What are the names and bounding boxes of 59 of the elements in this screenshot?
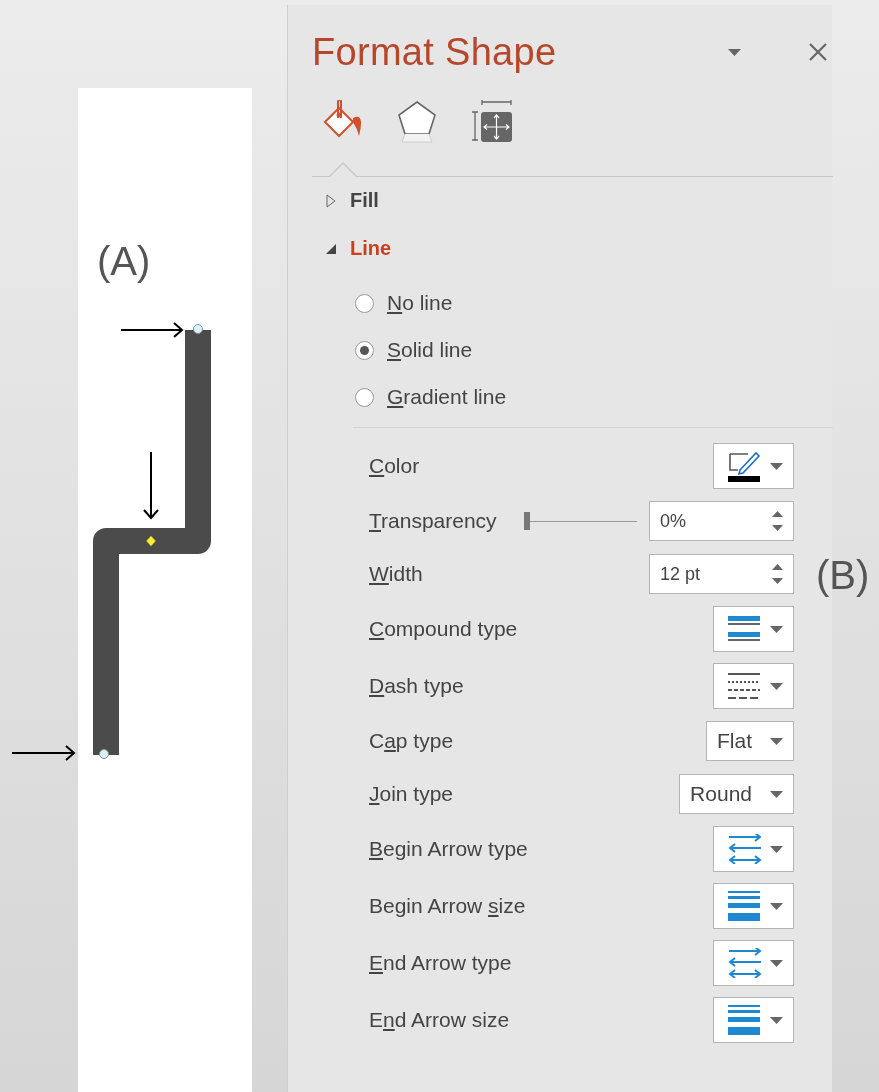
style-picker[interactable]: [713, 663, 794, 709]
slider-thumb[interactable]: [524, 512, 530, 530]
number-field[interactable]: 12 pt: [649, 554, 794, 594]
arrow: [11, 745, 76, 761]
property-label: Join type: [369, 782, 454, 806]
adjust-handle[interactable]: [146, 535, 156, 547]
field-value: 0%: [660, 510, 686, 532]
caret-icon: [770, 959, 783, 967]
option-label: No line: [387, 291, 453, 315]
caret-icon: [770, 1016, 783, 1024]
caret-icon: [770, 790, 783, 798]
property-label: Cap type: [369, 729, 454, 753]
property-label: Transparency: [369, 509, 497, 533]
endpoint-handle[interactable]: [193, 324, 203, 334]
caret-icon: [770, 462, 783, 470]
caret-icon: [770, 625, 783, 633]
caret-icon: [728, 48, 741, 56]
property-label: End Arrow type: [369, 951, 512, 975]
size-position-icon: [469, 100, 513, 142]
line-weights-icon: [728, 891, 760, 921]
caret-icon: [770, 902, 783, 910]
dropdown[interactable]: Flat: [706, 721, 794, 761]
property-label: End Arrow size: [369, 1008, 510, 1032]
property-label: Width: [369, 562, 423, 586]
property-label: Compound type: [369, 617, 518, 641]
property-label: Begin Arrow size: [369, 894, 526, 918]
style-picker[interactable]: [713, 443, 794, 489]
figure-label: (B): [816, 553, 870, 597]
property-label: Color: [369, 454, 420, 478]
compound-lines-icon: [728, 616, 760, 642]
option-label: Solid line: [387, 338, 473, 362]
property-label: Begin Arrow type: [369, 837, 528, 861]
radio-button[interactable]: [355, 293, 374, 313]
panel-title: Format Shape: [312, 30, 558, 75]
close-icon: [809, 43, 827, 61]
arrows-icon: [728, 834, 762, 864]
property-label: Dash type: [369, 674, 464, 698]
caret-icon: [770, 682, 783, 690]
spinner-arrows-icon[interactable]: [772, 563, 783, 585]
section-header[interactable]: Line: [312, 224, 398, 273]
number-field[interactable]: 0%: [649, 501, 794, 541]
radio-button[interactable]: [355, 387, 374, 407]
section-header[interactable]: Fill: [312, 176, 385, 225]
line-weights-icon: [728, 1005, 760, 1035]
endpoint-handle[interactable]: [99, 749, 109, 759]
spinner-arrows-icon[interactable]: [772, 510, 783, 532]
arrows-icon: [728, 948, 762, 978]
option-label: Gradient line: [387, 385, 507, 409]
arrow: [143, 451, 159, 520]
field-value: 12 pt: [660, 563, 701, 585]
line-color-icon: [728, 450, 762, 482]
caret-icon: [770, 737, 783, 745]
radio-button[interactable]: [355, 340, 374, 360]
caret-icon: [770, 845, 783, 853]
dash-lines-icon: [728, 673, 760, 699]
figure-label: (A): [97, 239, 151, 283]
pentagon-icon: [397, 100, 437, 144]
dropdown[interactable]: Round: [679, 774, 794, 814]
arrow: [120, 322, 184, 338]
